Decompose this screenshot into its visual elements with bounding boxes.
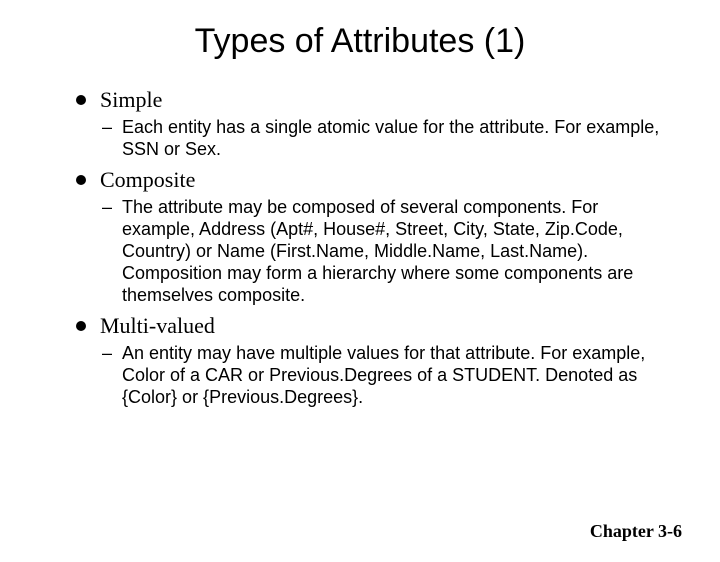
slide: Types of Attributes (1) Simple – Each en… (0, 22, 720, 562)
bullet-icon (76, 95, 86, 105)
sub-item-multivalued: – An entity may have multiple values for… (102, 343, 676, 409)
dash-icon: – (102, 343, 112, 365)
slide-title: Types of Attributes (1) (0, 22, 720, 61)
bullet-label: Composite (100, 167, 195, 193)
slide-footer: Chapter 3-6 (590, 521, 682, 542)
bullet-item-simple: Simple (76, 87, 676, 113)
bullet-icon (76, 321, 86, 331)
sub-item-composite: – The attribute may be composed of sever… (102, 197, 676, 307)
bullet-icon (76, 175, 86, 185)
bullet-label: Multi-valued (100, 313, 215, 339)
bullet-label: Simple (100, 87, 162, 113)
bullet-item-composite: Composite (76, 167, 676, 193)
dash-icon: – (102, 117, 112, 139)
slide-content: Simple – Each entity has a single atomic… (76, 87, 676, 409)
sub-item-simple: – Each entity has a single atomic value … (102, 117, 676, 161)
sub-text: Each entity has a single atomic value fo… (122, 117, 676, 161)
dash-icon: – (102, 197, 112, 219)
bullet-item-multivalued: Multi-valued (76, 313, 676, 339)
sub-text: The attribute may be composed of several… (122, 197, 676, 307)
sub-text: An entity may have multiple values for t… (122, 343, 676, 409)
